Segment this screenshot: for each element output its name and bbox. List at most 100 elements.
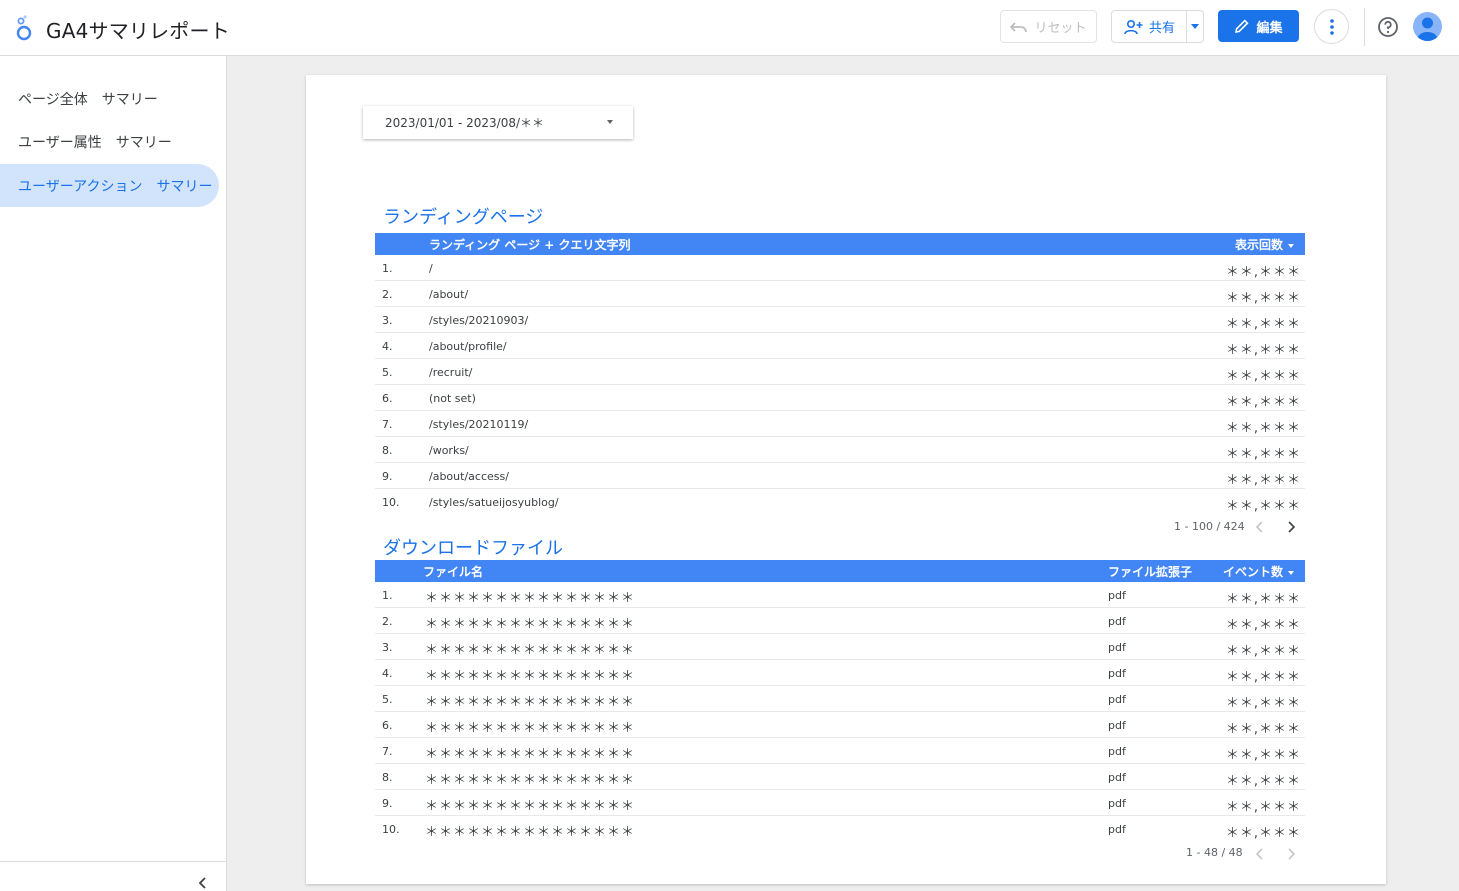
event-count-cell: ＊＊,＊＊＊ bbox=[1225, 748, 1301, 763]
event-count-cell: ＊＊,＊＊＊ bbox=[1225, 592, 1301, 607]
help-icon[interactable] bbox=[1377, 16, 1399, 38]
downloads-pager-range: 1 - 48 / 48 bbox=[1186, 846, 1243, 859]
table-row[interactable]: 10. ＊＊＊＊＊＊＊＊＊＊＊＊＊＊＊ pdf ＊＊,＊＊＊ bbox=[375, 816, 1305, 842]
chevron-right-icon[interactable] bbox=[1285, 521, 1297, 533]
event-count-cell: ＊＊,＊＊＊ bbox=[1225, 670, 1301, 685]
landing-page-cell: /styles/20210903/ bbox=[429, 314, 529, 327]
date-range-control[interactable]: 2023/01/01 - 2023/08/＊＊ bbox=[363, 106, 633, 139]
more-vert-icon bbox=[1329, 18, 1334, 35]
file-name-cell: ＊＊＊＊＊＊＊＊＊＊＊＊＊＊＊ bbox=[425, 643, 636, 658]
reset-label: リセット bbox=[1034, 21, 1087, 36]
views-cell: ＊＊,＊＊＊ bbox=[1225, 395, 1301, 410]
views-cell: ＊＊,＊＊＊ bbox=[1225, 317, 1301, 332]
reset-button[interactable]: リセット bbox=[1000, 10, 1097, 43]
table-row[interactable]: 3. /styles/20210903/ ＊＊,＊＊＊ bbox=[375, 307, 1305, 333]
table-row[interactable]: 6. ＊＊＊＊＊＊＊＊＊＊＊＊＊＊＊ pdf ＊＊,＊＊＊ bbox=[375, 712, 1305, 738]
sidebar-divider bbox=[0, 861, 227, 862]
share-dropdown-button[interactable] bbox=[1187, 24, 1203, 29]
table-row[interactable]: 5. ＊＊＊＊＊＊＊＊＊＊＊＊＊＊＊ pdf ＊＊,＊＊＊ bbox=[375, 686, 1305, 712]
row-index: 3. bbox=[382, 314, 393, 327]
table-row[interactable]: 8. /works/ ＊＊,＊＊＊ bbox=[375, 437, 1305, 463]
row-index: 7. bbox=[382, 418, 393, 431]
file-extension-cell: pdf bbox=[1108, 667, 1126, 680]
landing-page-cell: /works/ bbox=[429, 444, 469, 457]
sidebar-item-page-summary[interactable]: ページ全体 サマリー bbox=[0, 77, 219, 120]
download-files-table: ファイル名 ファイル拡張子 イベント数 1. ＊＊＊＊＊＊＊＊＊＊＊＊＊＊＊ pdf… bbox=[375, 560, 1305, 842]
table-row[interactable]: 1. / ＊＊,＊＊＊ bbox=[375, 255, 1305, 281]
edit-button[interactable]: 編集 bbox=[1218, 10, 1299, 42]
landing-page-title: ランディングページ bbox=[383, 207, 544, 228]
landing-page-cell: (not set) bbox=[429, 392, 476, 405]
column-header-event-count[interactable]: イベント数 bbox=[1223, 563, 1294, 580]
table-row[interactable]: 3. ＊＊＊＊＊＊＊＊＊＊＊＊＊＊＊ pdf ＊＊,＊＊＊ bbox=[375, 634, 1305, 660]
file-name-cell: ＊＊＊＊＊＊＊＊＊＊＊＊＊＊＊ bbox=[425, 591, 636, 606]
column-header-file-extension[interactable]: ファイル拡張子 bbox=[1108, 563, 1192, 580]
more-options-button[interactable] bbox=[1314, 9, 1349, 44]
chevron-left-icon[interactable] bbox=[1254, 848, 1266, 860]
table-row[interactable]: 8. ＊＊＊＊＊＊＊＊＊＊＊＊＊＊＊ pdf ＊＊,＊＊＊ bbox=[375, 764, 1305, 790]
sidebar-item-user-actions[interactable]: ユーザーアクション サマリー bbox=[0, 164, 219, 207]
chevron-left-icon[interactable] bbox=[1254, 521, 1266, 533]
views-cell: ＊＊,＊＊＊ bbox=[1225, 473, 1301, 488]
file-name-cell: ＊＊＊＊＊＊＊＊＊＊＊＊＊＊＊ bbox=[425, 825, 636, 840]
file-name-cell: ＊＊＊＊＊＊＊＊＊＊＊＊＊＊＊ bbox=[425, 799, 636, 814]
avatar[interactable] bbox=[1413, 12, 1442, 41]
person-add-icon bbox=[1124, 19, 1143, 34]
file-extension-cell: pdf bbox=[1108, 797, 1126, 810]
table-header: ランディング ページ + クエリ文字列 表示回数 bbox=[375, 233, 1305, 255]
chevron-left-icon[interactable] bbox=[196, 876, 210, 890]
caret-down-icon bbox=[1191, 24, 1199, 29]
pencil-icon bbox=[1235, 19, 1250, 34]
event-count-cell: ＊＊,＊＊＊ bbox=[1225, 800, 1301, 815]
share-main[interactable]: 共有 bbox=[1112, 11, 1187, 42]
table-row[interactable]: 1. ＊＊＊＊＊＊＊＊＊＊＊＊＊＊＊ pdf ＊＊,＊＊＊ bbox=[375, 582, 1305, 608]
table-row[interactable]: 2. /about/ ＊＊,＊＊＊ bbox=[375, 281, 1305, 307]
file-name-cell: ＊＊＊＊＊＊＊＊＊＊＊＊＊＊＊ bbox=[425, 747, 636, 762]
undo-icon bbox=[1010, 21, 1028, 32]
landing-page-table: ランディング ページ + クエリ文字列 表示回数 1. / ＊＊,＊＊＊ 2. /ab… bbox=[375, 233, 1305, 515]
column-header-views[interactable]: 表示回数 bbox=[1235, 236, 1294, 253]
row-index: 5. bbox=[382, 366, 393, 379]
views-cell: ＊＊,＊＊＊ bbox=[1225, 265, 1301, 280]
table-row[interactable]: 6. (not set) ＊＊,＊＊＊ bbox=[375, 385, 1305, 411]
report-title[interactable]: GA4サマリレポート bbox=[46, 15, 230, 44]
table-row[interactable]: 2. ＊＊＊＊＊＊＊＊＊＊＊＊＊＊＊ pdf ＊＊,＊＊＊ bbox=[375, 608, 1305, 634]
date-range-value: 2023/01/01 - 2023/08/＊＊ bbox=[385, 116, 545, 130]
file-name-cell: ＊＊＊＊＊＊＊＊＊＊＊＊＊＊＊ bbox=[425, 721, 636, 736]
file-name-cell: ＊＊＊＊＊＊＊＊＊＊＊＊＊＊＊ bbox=[425, 773, 636, 788]
table-row[interactable]: 9. ＊＊＊＊＊＊＊＊＊＊＊＊＊＊＊ pdf ＊＊,＊＊＊ bbox=[375, 790, 1305, 816]
landing-page-cell: / bbox=[429, 262, 433, 275]
event-count-cell: ＊＊,＊＊＊ bbox=[1225, 826, 1301, 841]
file-extension-cell: pdf bbox=[1108, 719, 1126, 732]
row-index: 3. bbox=[382, 641, 393, 654]
row-index: 5. bbox=[382, 693, 393, 706]
sidebar-item-user-attributes[interactable]: ユーザー属性 サマリー bbox=[0, 120, 219, 163]
table-row[interactable]: 4. /about/profile/ ＊＊,＊＊＊ bbox=[375, 333, 1305, 359]
column-header-file-name[interactable]: ファイル名 bbox=[423, 563, 483, 580]
table-row[interactable]: 9. /about/access/ ＊＊,＊＊＊ bbox=[375, 463, 1305, 489]
views-cell: ＊＊,＊＊＊ bbox=[1225, 447, 1301, 462]
table-row[interactable]: 5. /recruit/ ＊＊,＊＊＊ bbox=[375, 359, 1305, 385]
table-row[interactable]: 7. /styles/20210119/ ＊＊,＊＊＊ bbox=[375, 411, 1305, 437]
column-header-views-label: 表示回数 bbox=[1234, 238, 1283, 252]
share-label: 共有 bbox=[1148, 21, 1175, 36]
share-button[interactable]: 共有 bbox=[1111, 10, 1204, 43]
row-index: 4. bbox=[382, 667, 393, 680]
chevron-right-icon[interactable] bbox=[1285, 848, 1297, 860]
views-cell: ＊＊,＊＊＊ bbox=[1225, 291, 1301, 306]
column-header-landing-page[interactable]: ランディング ページ + クエリ文字列 bbox=[429, 236, 631, 253]
table-row[interactable]: 7. ＊＊＊＊＊＊＊＊＊＊＊＊＊＊＊ pdf ＊＊,＊＊＊ bbox=[375, 738, 1305, 764]
table-header: ファイル名 ファイル拡張子 イベント数 bbox=[375, 560, 1305, 582]
row-index: 10. bbox=[382, 823, 400, 836]
event-count-cell: ＊＊,＊＊＊ bbox=[1225, 696, 1301, 711]
row-index: 4. bbox=[382, 340, 393, 353]
header-divider bbox=[1364, 8, 1365, 46]
file-extension-cell: pdf bbox=[1108, 823, 1126, 836]
report-canvas: 2023/01/01 - 2023/08/＊＊ ランディングページ ランディング… bbox=[306, 75, 1386, 884]
file-extension-cell: pdf bbox=[1108, 693, 1126, 706]
views-cell: ＊＊,＊＊＊ bbox=[1225, 369, 1301, 384]
landing-page-cell: /about/access/ bbox=[429, 470, 509, 483]
table-row[interactable]: 10. /styles/satueijosyublog/ ＊＊,＊＊＊ bbox=[375, 489, 1305, 515]
table-row[interactable]: 4. ＊＊＊＊＊＊＊＊＊＊＊＊＊＊＊ pdf ＊＊,＊＊＊ bbox=[375, 660, 1305, 686]
looker-studio-logo-icon[interactable] bbox=[14, 14, 34, 42]
